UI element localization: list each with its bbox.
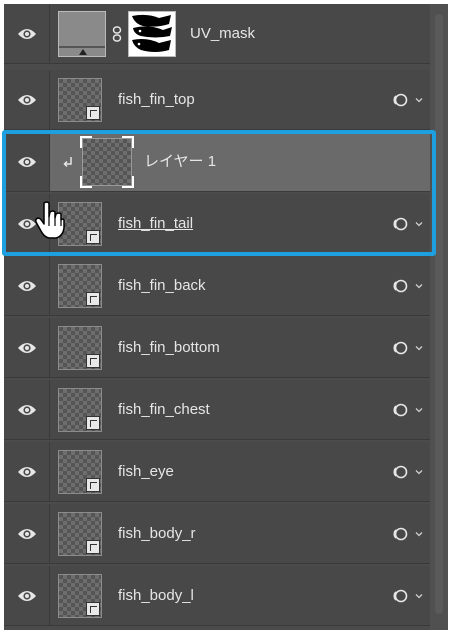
layer-name: UV_mask [190, 25, 256, 42]
chevron-down-icon[interactable] [414, 281, 424, 291]
smart-object-icon [86, 292, 100, 306]
layer-row-fish-fin-tail[interactable]: fish_fin_tail [4, 194, 430, 254]
link-layer-icon[interactable] [390, 92, 408, 108]
eye-icon [17, 94, 36, 105]
layer-thumbnail-fill [58, 11, 106, 57]
fish-mask-shape [132, 14, 172, 52]
chevron-down-icon[interactable] [414, 467, 424, 477]
link-layer-icon[interactable] [390, 588, 408, 604]
layer-row-fish-body-l[interactable]: fish_body_l [4, 566, 430, 626]
layer-thumbnail [80, 136, 134, 188]
chevron-down-icon[interactable] [414, 591, 424, 601]
eye-icon [17, 28, 36, 39]
hand-pointer-icon [35, 201, 65, 239]
layer-row-fish-body-r[interactable]: fish_body_r [4, 504, 430, 564]
layer-thumbnail [58, 388, 102, 432]
layer-thumbnail [58, 78, 102, 122]
layer-name: fish_fin_chest [118, 401, 210, 418]
layer-thumbnail [58, 264, 102, 308]
link-layer-icon[interactable] [390, 340, 408, 356]
scrollbar-thumb[interactable] [435, 14, 443, 614]
layer-name: fish_fin_back [118, 277, 206, 294]
visibility-toggle[interactable] [4, 4, 50, 63]
smart-object-icon [86, 354, 100, 368]
eye-icon [17, 404, 36, 415]
link-layer-icon[interactable] [390, 278, 408, 294]
link-layer-icon[interactable] [390, 402, 408, 418]
smart-object-icon [86, 540, 100, 554]
layer-row-layer-1[interactable]: レイヤー 1 [4, 132, 430, 192]
layer-name: fish_body_l [118, 587, 194, 604]
layer-row-fish-fin-back[interactable]: fish_fin_back [4, 256, 430, 316]
visibility-toggle[interactable] [4, 442, 50, 501]
link-layer-icon[interactable] [390, 216, 408, 232]
layers-panel: UV_mask fish_fin_top レイヤー 1 fish_fin_tai… [4, 4, 430, 630]
visibility-toggle[interactable] [4, 566, 50, 625]
chevron-down-icon[interactable] [414, 529, 424, 539]
smart-object-icon [86, 602, 100, 616]
scrollbar[interactable] [430, 4, 448, 630]
link-layer-icon[interactable] [390, 464, 408, 480]
layer-row-fish-fin-bottom[interactable]: fish_fin_bottom [4, 318, 430, 378]
chevron-down-icon[interactable] [414, 343, 424, 353]
chevron-down-icon[interactable] [414, 219, 424, 229]
visibility-toggle[interactable] [4, 504, 50, 563]
smart-object-icon [86, 478, 100, 492]
layer-mask-thumbnail[interactable] [128, 11, 176, 57]
eye-icon [17, 280, 36, 291]
layer-row-fish-eye[interactable]: fish_eye [4, 442, 430, 502]
layer-row-uv-mask[interactable]: UV_mask [4, 4, 430, 64]
link-layer-icon[interactable] [390, 526, 408, 542]
eye-icon [17, 342, 36, 353]
smart-object-icon [86, 106, 100, 120]
layer-name: fish_fin_tail [118, 215, 194, 232]
chevron-down-icon[interactable] [414, 95, 424, 105]
layer-name: fish_fin_top [118, 91, 195, 108]
eye-icon [17, 528, 36, 539]
chain-icon[interactable] [112, 26, 122, 42]
layer-thumbnail [58, 450, 102, 494]
visibility-toggle[interactable] [4, 132, 50, 191]
visibility-toggle[interactable] [4, 256, 50, 315]
visibility-toggle[interactable] [4, 318, 50, 377]
eye-icon [17, 466, 36, 477]
layer-row-fish-fin-chest[interactable]: fish_fin_chest [4, 380, 430, 440]
layer-name: fish_eye [118, 463, 174, 480]
layer-name: レイヤー 1 [144, 153, 217, 170]
layer-thumbnail [58, 326, 102, 370]
smart-object-icon [86, 416, 100, 430]
visibility-toggle[interactable] [4, 70, 50, 129]
layer-name: fish_body_r [118, 525, 196, 542]
layer-thumbnail [58, 574, 102, 618]
eye-icon [17, 590, 36, 601]
chevron-down-icon[interactable] [414, 405, 424, 415]
layer-thumbnail [58, 512, 102, 556]
clipping-arrow-icon [63, 157, 72, 168]
smart-object-icon [86, 230, 100, 244]
layer-name: fish_fin_bottom [118, 339, 220, 356]
eye-icon [17, 156, 36, 167]
layer-row-fish-fin-top[interactable]: fish_fin_top [4, 70, 430, 130]
visibility-toggle[interactable] [4, 380, 50, 439]
